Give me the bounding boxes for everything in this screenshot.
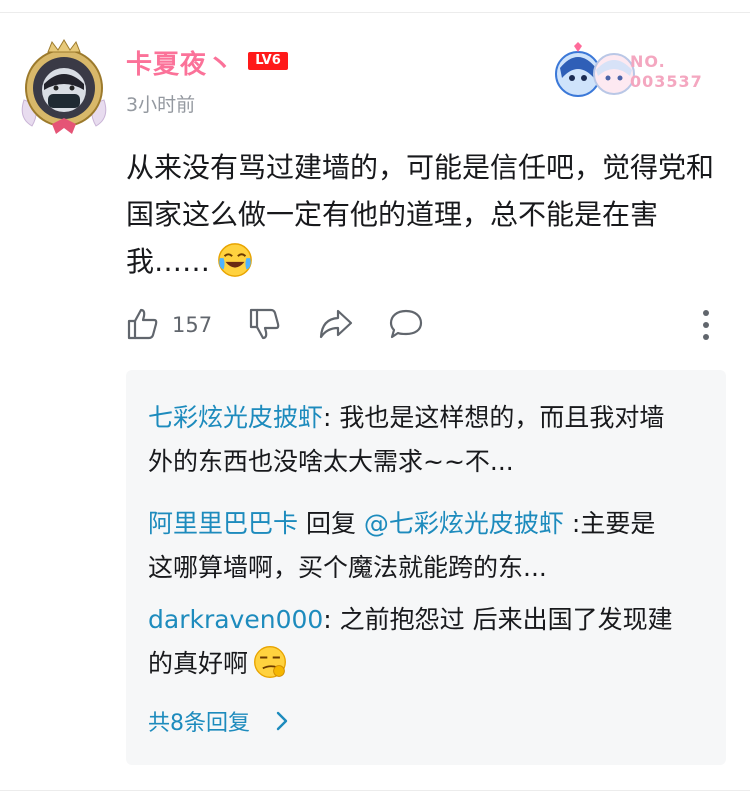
avatar[interactable] (18, 38, 110, 136)
fan-badge-characters-icon (555, 42, 635, 97)
fan-badge-number: NO. 003537 (630, 52, 703, 91)
comment-icon[interactable] (388, 307, 424, 341)
thumbs-up-icon[interactable] (126, 307, 160, 341)
comment-text: 从来没有骂过建墙的，可能是信任吧，觉得党和国家这么做一定有他的道理，总不能是在害… (126, 144, 726, 285)
thumbs-down-icon[interactable] (248, 307, 282, 341)
avatar-frame-icon (21, 39, 107, 134)
reply-author[interactable]: darkraven000 (148, 605, 323, 634)
reply-author[interactable]: 阿里里巴巴卡 (148, 509, 298, 538)
smug-emoji (254, 646, 286, 678)
view-all-replies[interactable]: 共8条回复 (148, 705, 250, 737)
reply-word: 回复 (298, 509, 364, 538)
comment-body: 从来没有骂过建墙的，可能是信任吧，觉得党和国家这么做一定有他的道理，总不能是在害… (126, 151, 715, 278)
reply-separator: : (563, 509, 581, 538)
share-icon[interactable] (318, 307, 354, 341)
laughing-crying-emoji (218, 243, 252, 277)
reply-separator: : (323, 403, 340, 432)
username[interactable]: 卡夏夜丶 (126, 44, 234, 81)
fan-badge[interactable] (548, 38, 640, 100)
reply-item[interactable]: 阿里里巴巴卡 回复 @七彩炫光皮披虾 :主要是这哪算墙啊，买个魔法就能跨的东..… (148, 502, 678, 590)
level-badge: LV6 (248, 52, 288, 70)
chevron-right-icon[interactable] (274, 710, 290, 732)
reply-item[interactable]: darkraven000: 之前抱怨过 后来出国了发现建的真好啊 (148, 598, 678, 686)
comment-actions: 157 (126, 303, 726, 347)
like-count: 157 (172, 313, 213, 337)
top-divider (0, 12, 750, 13)
more-options-icon[interactable] (700, 307, 712, 343)
reply-separator: : (323, 605, 340, 634)
reply-author[interactable]: 七彩炫光皮披虾 (148, 403, 323, 432)
reply-item[interactable]: 七彩炫光皮披虾: 我也是这样想的，而且我对墙外的东西也没啥太大需求~~不... (148, 396, 678, 484)
bottom-divider (0, 790, 750, 791)
reply-mention[interactable]: @七彩炫光皮披虾 (364, 509, 564, 538)
replies-box: 七彩炫光皮披虾: 我也是这样想的，而且我对墙外的东西也没啥太大需求~~不... … (126, 370, 726, 765)
comment-time: 3小时前 (126, 94, 196, 116)
